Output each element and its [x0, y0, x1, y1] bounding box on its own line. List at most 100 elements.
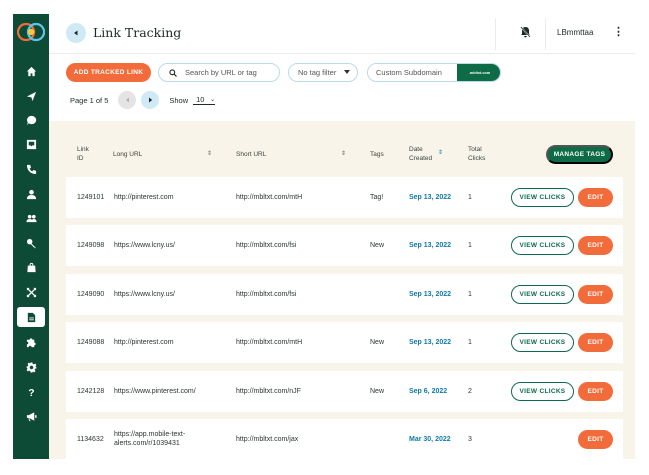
svg-text:?: ? [28, 388, 34, 398]
col-short-url[interactable]: Short URL [236, 150, 266, 159]
sidebar-item-store[interactable] [17, 257, 45, 277]
header-divider [495, 18, 496, 50]
edit-button[interactable]: EDIT [578, 382, 613, 401]
cell-long-url: http://pinterest.com [114, 339, 174, 346]
sidebar-item-home[interactable] [17, 61, 45, 81]
bell-off-icon[interactable] [520, 26, 531, 38]
bag-icon [26, 262, 36, 272]
sidebar-item-contacts[interactable] [17, 184, 45, 204]
col-date-created[interactable]: Date Created [409, 145, 439, 163]
tag-filter-select[interactable]: No tag filter [288, 63, 358, 82]
cell-date: Sep 13, 2022 [409, 194, 452, 201]
header-divider [545, 18, 546, 50]
cell-short-url: http://mbltxt.com/nJF [236, 388, 301, 395]
add-tracked-link-button[interactable]: ADD TRACKED LINK [66, 63, 151, 82]
cell-short-url: http://mbltxt.com/jax [236, 436, 299, 443]
cell-clicks: 1 [468, 242, 472, 249]
chat-icon [26, 115, 36, 125]
sidebar-item-groups[interactable] [17, 208, 45, 228]
sidebar-item-phone[interactable] [17, 159, 45, 179]
page-header: Link Tracking LBmmttaa ⋮ [49, 14, 635, 54]
phone-icon [26, 164, 36, 174]
view-clicks-button[interactable]: VIEW CLICKS [511, 382, 574, 401]
sidebar-item-keywords[interactable] [17, 233, 45, 253]
cell-short-url: http://mbltxt.com/fsi [236, 291, 297, 298]
cell-tags: New [370, 388, 385, 395]
cell-short-url: http://mbltxt.com/mtH [236, 194, 303, 201]
show-label: Show [169, 95, 189, 105]
cell-tags: New [370, 339, 385, 346]
next-page-button[interactable] [141, 91, 160, 109]
sidebar-item-integrations[interactable] [17, 282, 45, 302]
edit-button[interactable]: EDIT [578, 188, 613, 207]
page-title: Link Tracking [93, 25, 182, 40]
sort-icon[interactable]: ⇕ [341, 150, 346, 157]
chevron-left-icon [125, 97, 129, 103]
sidebar-item-inbox[interactable] [17, 134, 45, 154]
search-input[interactable] [185, 68, 270, 77]
cell-link-id: 1249088 [77, 339, 105, 346]
chevron-left-icon [74, 30, 78, 36]
pagination: Page 1 of 5 Show 10 ⌄ [70, 91, 216, 109]
page-indicator: Page 1 of 5 [70, 95, 109, 105]
table-row: 1249098 https://www.lcny.us/ http://mblt… [66, 225, 623, 266]
cell-long-url: https://www.lcny.us/ [114, 242, 175, 249]
cell-link-id: 1134632 [77, 436, 104, 443]
cell-link-id: 1242128 [77, 388, 105, 395]
sidebar-item-link-tracking[interactable] [17, 307, 45, 327]
view-clicks-button[interactable]: VIEW CLICKS [511, 236, 574, 255]
cell-link-id: 1249090 [77, 291, 105, 298]
view-clicks-button[interactable]: VIEW CLICKS [511, 188, 574, 207]
sidebar-item-help[interactable]: ? [17, 382, 45, 402]
back-button[interactable] [66, 23, 86, 43]
view-clicks-button[interactable]: VIEW CLICKS [511, 285, 574, 304]
cell-long-url: http://pinterest.com [114, 194, 174, 201]
search-box [158, 63, 280, 82]
sidebar-item-announcements[interactable] [17, 406, 45, 426]
sidebar-item-send[interactable] [17, 86, 45, 106]
cell-date: Sep 6, 2022 [409, 388, 448, 395]
subdomain-input[interactable] [368, 64, 457, 81]
edit-button[interactable]: EDIT [578, 333, 613, 352]
cell-long-url: https://www.lcny.us/ [114, 291, 175, 298]
sidebar-item-chat[interactable] [17, 110, 45, 130]
page-size-value: 10 [196, 95, 205, 104]
document-icon [27, 312, 35, 322]
chevron-down-icon: ⌄ [210, 97, 216, 103]
page-size-select[interactable]: 10 ⌄ [193, 95, 216, 105]
logo-icon[interactable] [17, 20, 45, 44]
inbox-icon [26, 139, 36, 149]
manage-tags-button[interactable]: MANAGE TAGS [546, 145, 613, 164]
edit-button[interactable]: EDIT [578, 285, 613, 304]
gear-icon [25, 361, 37, 373]
table-row: 1249090 https://www.lcny.us/ http://mblt… [66, 274, 623, 315]
sidebar-item-settings[interactable] [17, 357, 45, 377]
subdomain-suffix: .mbltxt.com [457, 64, 500, 81]
cell-clicks: 1 [468, 339, 472, 346]
chevron-right-icon [148, 97, 153, 103]
edit-button[interactable]: EDIT [578, 430, 613, 449]
cell-tags: New [370, 242, 385, 249]
col-long-url[interactable]: Long URL [113, 150, 142, 159]
view-clicks-button[interactable]: VIEW CLICKS [511, 333, 574, 352]
sort-desc-icon[interactable]: ⇕ [438, 149, 443, 156]
col-tags: Tags [370, 151, 384, 158]
links-table: Link ID Long URL ⇕ Short URL ⇕ Tags Date… [49, 121, 635, 460]
sort-icon[interactable]: ⇕ [207, 150, 212, 157]
cell-clicks: 2 [468, 388, 472, 395]
sidebar-item-addons[interactable] [17, 332, 45, 352]
cell-clicks: 1 [468, 291, 472, 298]
table-row: 1249088 http://pinterest.com http://mblt… [66, 322, 623, 363]
cell-link-id: 1249101 [77, 194, 105, 201]
shuffle-icon [26, 287, 36, 297]
user-name[interactable]: LBmmttaa [557, 28, 593, 37]
prev-page-button[interactable] [118, 91, 137, 109]
col-total-clicks: Total Clicks [468, 146, 486, 162]
more-menu-icon[interactable]: ⋮ [613, 25, 624, 38]
cell-clicks: 1 [468, 194, 472, 201]
col-link-id: Link ID [77, 146, 89, 162]
home-icon [26, 66, 36, 76]
edit-button[interactable]: EDIT [578, 236, 613, 255]
help-icon: ? [28, 388, 34, 398]
cell-long-url: https://www.pinterest.com/ [114, 388, 196, 395]
